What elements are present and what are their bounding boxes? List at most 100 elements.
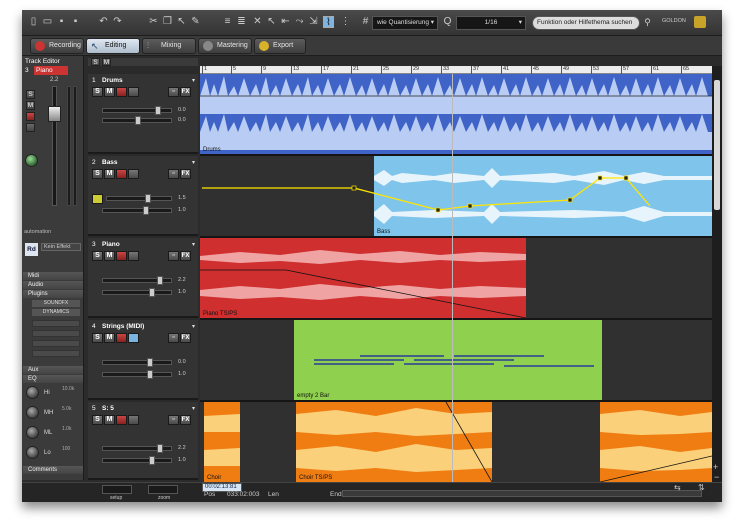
clip-choir[interactable]: Choir: [204, 402, 240, 482]
track-menu-icon[interactable]: ▾: [192, 241, 195, 248]
mute-button[interactable]: M: [104, 87, 115, 97]
mute-tool-icon[interactable]: ⇲: [308, 16, 319, 28]
rd-button[interactable]: Rd: [25, 243, 38, 256]
clip-drums[interactable]: Drums: [200, 74, 712, 154]
volume-slider[interactable]: [106, 194, 172, 203]
draw-tool-icon[interactable]: ✎: [190, 16, 201, 28]
volume-slider[interactable]: [102, 444, 172, 453]
monitor-button[interactable]: [26, 123, 35, 132]
track-header-piano[interactable]: 3 Piano ▾ S M ▫ FX 2.2 1.0: [88, 238, 198, 318]
lock-icon[interactable]: ▫: [168, 333, 179, 343]
track-header-bass[interactable]: 2 Bass ▾ S M ▫ FX 1.5 1.0: [88, 156, 198, 236]
mute-button[interactable]: M: [104, 169, 115, 179]
eq-lo-knob[interactable]: [26, 446, 39, 459]
lock-icon[interactable]: ▫: [168, 87, 179, 97]
plugin-slot[interactable]: [32, 320, 80, 327]
search-icon[interactable]: ⚲: [642, 16, 653, 28]
fx-button[interactable]: FX: [180, 87, 191, 97]
setup-field[interactable]: [102, 485, 132, 494]
section-plugins[interactable]: Plugins: [23, 290, 83, 298]
fx-button[interactable]: FX: [180, 415, 191, 425]
pan-slider[interactable]: [102, 116, 172, 125]
lock-icon[interactable]: ▫: [168, 169, 179, 179]
pan-slider[interactable]: [102, 288, 172, 297]
monitor-button[interactable]: [128, 169, 139, 179]
section-audio[interactable]: Audio: [23, 281, 83, 289]
pan-knob[interactable]: [25, 154, 38, 167]
record-arm-button[interactable]: [26, 112, 35, 121]
track-name[interactable]: Drums: [102, 77, 123, 84]
track-name[interactable]: Bass: [102, 159, 118, 166]
plugin-slot[interactable]: SOUNDFX: [32, 300, 80, 307]
expand-icon[interactable]: ⇅: [698, 483, 705, 492]
solo-button[interactable]: S: [26, 90, 35, 99]
section-aux[interactable]: Aux: [23, 366, 83, 374]
clip-choir-end[interactable]: [600, 402, 712, 482]
record-arm-button[interactable]: [116, 251, 127, 261]
volume-slider[interactable]: [102, 276, 172, 285]
scrollbar-thumb[interactable]: [714, 80, 720, 210]
fx-button[interactable]: FX: [180, 251, 191, 261]
mouse-mode-icon[interactable]: ↖: [266, 16, 277, 28]
solo-button[interactable]: S: [92, 169, 103, 179]
record-arm-button[interactable]: [116, 415, 127, 425]
eq-ml-knob[interactable]: [26, 426, 39, 439]
volume-automation-curve[interactable]: [200, 156, 712, 236]
clip-choir-tsps[interactable]: Choir TS/PS: [296, 402, 492, 482]
magnet-icon[interactable]: ⋮: [340, 16, 351, 28]
pan-slider[interactable]: [102, 206, 172, 215]
track-editor-name[interactable]: Piano: [34, 66, 68, 75]
lock-icon[interactable]: ▫: [168, 251, 179, 261]
fx-button[interactable]: FX: [180, 333, 191, 343]
global-mute-button[interactable]: M: [102, 58, 111, 66]
tab-recording[interactable]: Recording: [30, 38, 84, 54]
curve-tool-icon[interactable]: ⤳: [294, 16, 305, 28]
snap-toggle-icon[interactable]: ⌇: [323, 16, 334, 28]
volume-fader-handle[interactable]: [48, 106, 61, 122]
pan-slider[interactable]: [102, 456, 172, 465]
volume-automation-icon[interactable]: [92, 194, 103, 204]
eq-mh-knob[interactable]: [26, 406, 39, 419]
track-menu-icon[interactable]: ▾: [192, 159, 195, 166]
delete-icon[interactable]: ✕: [252, 16, 263, 28]
record-arm-button[interactable]: [116, 169, 127, 179]
range-tool-icon[interactable]: ⇤: [280, 16, 291, 28]
solo-button[interactable]: S: [92, 87, 103, 97]
tab-mixing[interactable]: ⫶ Mixing: [142, 38, 196, 54]
tab-editing[interactable]: ↖ Editing: [86, 38, 140, 54]
volume-slider[interactable]: [102, 106, 172, 115]
solo-button[interactable]: S: [92, 251, 103, 261]
track-name[interactable]: Piano: [102, 241, 120, 248]
quantize-select[interactable]: wie Quantisierung ▾: [372, 16, 438, 30]
quantize-q-icon[interactable]: Q: [442, 16, 453, 28]
mute-button[interactable]: M: [104, 251, 115, 261]
track-header-s5[interactable]: 5 S: 5 ▾ S M ▫ FX 2.2 1.0: [88, 402, 198, 480]
clip-strings-midi[interactable]: empty 2 Bar: [294, 320, 602, 400]
record-arm-button[interactable]: [116, 333, 127, 343]
pan-slider[interactable]: [102, 370, 172, 379]
lock-icon[interactable]: ▫: [168, 415, 179, 425]
section-midi[interactable]: Midi: [23, 272, 83, 280]
playhead[interactable]: [452, 74, 453, 492]
mute-button[interactable]: M: [104, 333, 115, 343]
copy-icon[interactable]: ❐: [162, 16, 173, 28]
redo-icon[interactable]: ↷: [112, 16, 123, 28]
mute-button[interactable]: M: [26, 101, 35, 110]
save-icon[interactable]: ▪: [56, 16, 67, 28]
track-menu-icon[interactable]: ▾: [192, 77, 195, 84]
eq-hi-knob[interactable]: [26, 386, 39, 399]
monitor-button[interactable]: [128, 251, 139, 261]
solo-button[interactable]: S: [92, 415, 103, 425]
plugin-slot[interactable]: [32, 330, 80, 337]
vertical-scrollbar[interactable]: + −: [712, 66, 722, 482]
mute-button[interactable]: M: [104, 415, 115, 425]
solo-button[interactable]: S: [92, 333, 103, 343]
cut-tool-icon[interactable]: ✂: [148, 16, 159, 28]
pointer-tool-icon[interactable]: ↖: [176, 16, 187, 28]
plugin-slot[interactable]: [32, 340, 80, 347]
volume-slider[interactable]: [102, 358, 172, 367]
split-icon[interactable]: ≣: [236, 16, 247, 28]
horizontal-scrollbar[interactable]: [342, 490, 702, 497]
midi-icon[interactable]: [128, 333, 139, 343]
zoom-in-icon[interactable]: +: [713, 462, 718, 472]
